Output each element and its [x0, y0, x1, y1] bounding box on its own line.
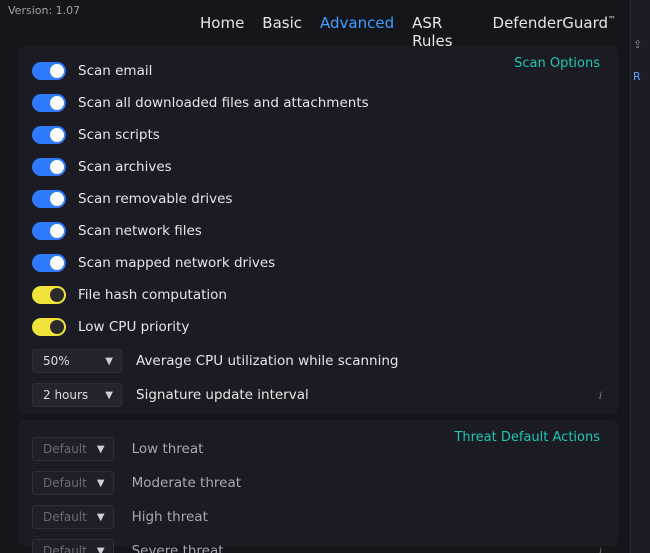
toggle-row: Scan mapped network drives — [32, 248, 604, 278]
cpu-utilization-label: Average CPU utilization while scanning — [136, 353, 399, 369]
chevron-down-icon: ▼ — [105, 390, 113, 401]
toggle-knob — [50, 192, 64, 206]
info-icon[interactable]: i — [599, 544, 602, 553]
nav-defenderguard[interactable]: DefenderGuard™ — [493, 14, 616, 32]
toggle-knob — [50, 320, 64, 334]
toggle-label: File hash computation — [78, 287, 227, 303]
signature-interval-label: Signature update interval — [136, 387, 309, 403]
threat-label: Low threat — [132, 441, 204, 457]
toggle-row: Scan removable drives — [32, 184, 604, 214]
toggle-scan-archives[interactable] — [32, 158, 66, 176]
app-window: Version: 1.07 Home Basic Advanced ASR Ru… — [0, 0, 630, 553]
cpu-utilization-row: 50% ▼ Average CPU utilization while scan… — [32, 346, 604, 376]
threat-label: Severe threat — [132, 543, 224, 553]
toggle-knob — [50, 160, 64, 174]
toggle-scan-mapped[interactable] — [32, 254, 66, 272]
threat-row: Default ▼ High threat — [32, 502, 604, 532]
scan-options-title: Scan Options — [514, 56, 600, 71]
threat-row: Default ▼ Moderate threat — [32, 468, 604, 498]
chevron-down-icon: ▼ — [97, 546, 105, 553]
toggle-row: Low CPU priority — [32, 312, 604, 342]
toggle-scan-scripts[interactable] — [32, 126, 66, 144]
toggle-label: Scan archives — [78, 159, 172, 175]
toggle-label: Scan scripts — [78, 127, 160, 143]
chevron-down-icon: ▼ — [97, 478, 105, 489]
nav-basic[interactable]: Basic — [262, 14, 302, 32]
toggle-scan-email[interactable] — [32, 62, 66, 80]
toggle-knob — [50, 288, 64, 302]
toggle-knob — [50, 128, 64, 142]
side-strip: ⇪ R — [630, 0, 650, 553]
select-value: 50% — [43, 354, 70, 368]
toggle-knob — [50, 224, 64, 238]
chevron-down-icon: ▼ — [97, 512, 105, 523]
toggle-scan-removable[interactable] — [32, 190, 66, 208]
side-r-icon[interactable]: R — [633, 70, 641, 83]
toggle-scan-network[interactable] — [32, 222, 66, 240]
select-value: 2 hours — [43, 388, 88, 402]
scan-options-panel: Scan Options Scan email Scan all downloa… — [18, 46, 618, 414]
toggle-scan-downloads[interactable] — [32, 94, 66, 112]
toggle-label: Scan network files — [78, 223, 202, 239]
threat-actions-title: Threat Default Actions — [454, 430, 600, 445]
toggle-row: Scan network files — [32, 216, 604, 246]
signature-interval-select[interactable]: 2 hours ▼ — [32, 383, 122, 407]
select-value: Default — [43, 510, 87, 524]
threat-severe-select[interactable]: Default ▼ — [32, 539, 114, 553]
toggle-label: Scan all downloaded files and attachment… — [78, 95, 369, 111]
threat-row: Default ▼ Severe threat i — [32, 536, 604, 553]
toggle-label: Scan mapped network drives — [78, 255, 275, 271]
toggle-file-hash[interactable] — [32, 286, 66, 304]
select-value: Default — [43, 442, 87, 456]
toggle-label: Scan removable drives — [78, 191, 232, 207]
top-nav: Home Basic Advanced ASR Rules DefenderGu… — [200, 14, 616, 50]
toggle-knob — [50, 256, 64, 270]
threat-actions-panel: Threat Default Actions Default ▼ Low thr… — [18, 420, 618, 546]
info-icon[interactable]: i — [599, 388, 602, 403]
toggle-low-cpu[interactable] — [32, 318, 66, 336]
chevron-down-icon: ▼ — [97, 444, 105, 455]
toggle-row: Scan scripts — [32, 120, 604, 150]
threat-low-select[interactable]: Default ▼ — [32, 437, 114, 461]
toggle-knob — [50, 64, 64, 78]
nav-home[interactable]: Home — [200, 14, 244, 32]
select-value: Default — [43, 476, 87, 490]
toggle-row: File hash computation — [32, 280, 604, 310]
version-label: Version: 1.07 — [8, 4, 80, 17]
chevron-down-icon: ▼ — [105, 356, 113, 367]
toggle-label: Scan email — [78, 63, 152, 79]
toggle-row: Scan all downloaded files and attachment… — [32, 88, 604, 118]
share-icon[interactable]: ⇪ — [633, 38, 642, 51]
toggle-knob — [50, 96, 64, 110]
signature-interval-row: 2 hours ▼ Signature update interval i — [32, 380, 604, 410]
threat-label: High threat — [132, 509, 208, 525]
nav-asr-rules[interactable]: ASR Rules — [412, 14, 474, 50]
threat-moderate-select[interactable]: Default ▼ — [32, 471, 114, 495]
toggle-row: Scan archives — [32, 152, 604, 182]
select-value: Default — [43, 544, 87, 553]
toggle-label: Low CPU priority — [78, 319, 189, 335]
threat-high-select[interactable]: Default ▼ — [32, 505, 114, 529]
cpu-utilization-select[interactable]: 50% ▼ — [32, 349, 122, 373]
threat-label: Moderate threat — [132, 475, 241, 491]
nav-advanced[interactable]: Advanced — [320, 14, 394, 32]
